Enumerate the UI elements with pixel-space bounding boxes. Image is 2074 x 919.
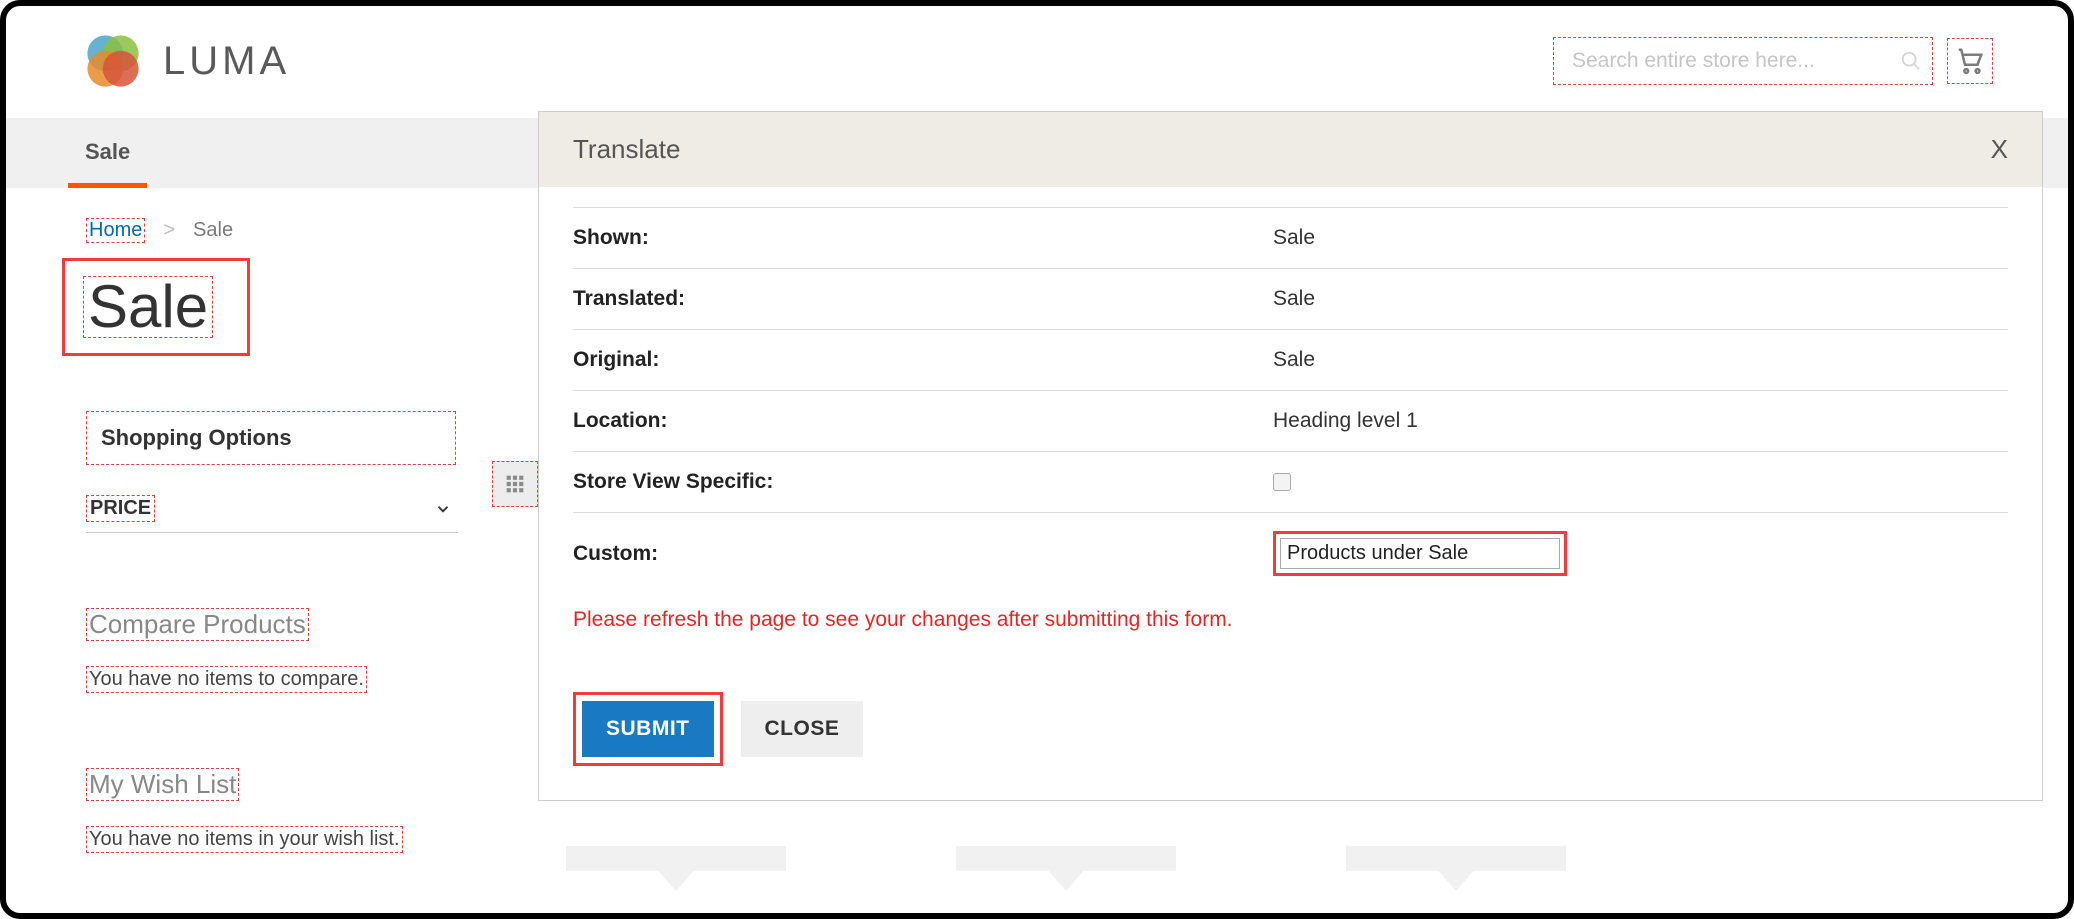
row-storeview: Store View Specific: (573, 451, 2008, 512)
filter-price[interactable]: PRICE (86, 485, 458, 533)
row-location-label: Location: (573, 409, 1273, 433)
logo-text: LUMA (163, 39, 290, 84)
row-original-value: Sale (1273, 348, 1315, 372)
refresh-message: Please refresh the page to see your chan… (573, 608, 2008, 632)
nav-tab-sale[interactable]: Sale (68, 118, 147, 188)
search-box[interactable] (1553, 37, 1933, 85)
breadcrumb-current: Sale (193, 219, 233, 242)
row-shown: Shown: Sale (573, 207, 2008, 268)
search-input[interactable] (1572, 49, 1900, 73)
custom-input-highlight (1273, 531, 1567, 576)
grid-view-toggle[interactable] (492, 461, 538, 507)
product-placeholder (1346, 846, 1566, 891)
row-translated-value: Sale (1273, 287, 1315, 311)
product-placeholder (956, 846, 1176, 891)
submit-highlight: SUBMIT (573, 692, 723, 766)
sidebar: Shopping Options PRICE Compare Products … (86, 411, 476, 853)
row-storeview-label: Store View Specific: (573, 470, 1273, 494)
breadcrumb-sep: > (163, 219, 175, 242)
compare-heading: Compare Products (86, 608, 309, 641)
close-icon[interactable]: X (1991, 134, 2008, 165)
cart-icon (1955, 46, 1985, 76)
row-translated: Translated: Sale (573, 268, 2008, 329)
row-shown-value: Sale (1273, 226, 1315, 250)
storeview-checkbox[interactable] (1273, 473, 1291, 491)
custom-input[interactable] (1280, 538, 1560, 569)
row-original: Original: Sale (573, 329, 2008, 390)
breadcrumb-home[interactable]: Home (86, 218, 145, 243)
wishlist-empty-msg: You have no items in your wish list. (86, 826, 403, 853)
wishlist-heading: My Wish List (86, 768, 239, 801)
row-original-label: Original: (573, 348, 1273, 372)
product-placeholder (566, 846, 786, 891)
grid-icon (505, 474, 525, 494)
close-button[interactable]: CLOSE (741, 701, 864, 757)
header: LUMA (6, 19, 2068, 118)
panel-header: Translate X (539, 112, 2042, 187)
row-shown-label: Shown: (573, 226, 1273, 250)
row-location: Location: Heading level 1 (573, 390, 2008, 451)
row-translated-label: Translated: (573, 287, 1273, 311)
search-icon[interactable] (1900, 50, 1922, 72)
filter-price-label: PRICE (86, 495, 155, 522)
shopping-options-heading: Shopping Options (86, 411, 456, 465)
logo[interactable]: LUMA (81, 29, 290, 93)
translate-panel: Translate X Shown: Sale Translated: Sale… (538, 111, 2043, 801)
row-custom-label: Custom: (573, 542, 1273, 566)
row-location-value: Heading level 1 (1273, 409, 1418, 433)
chevron-down-icon (434, 500, 452, 518)
compare-empty-msg: You have no items to compare. (86, 666, 367, 693)
logo-icon (81, 29, 145, 93)
panel-title: Translate (573, 134, 680, 165)
row-custom: Custom: (573, 512, 2008, 594)
submit-button[interactable]: SUBMIT (582, 701, 714, 757)
page-title-highlight: Sale (62, 258, 250, 356)
cart-button[interactable] (1947, 38, 1993, 84)
page-title: Sale (83, 276, 213, 338)
